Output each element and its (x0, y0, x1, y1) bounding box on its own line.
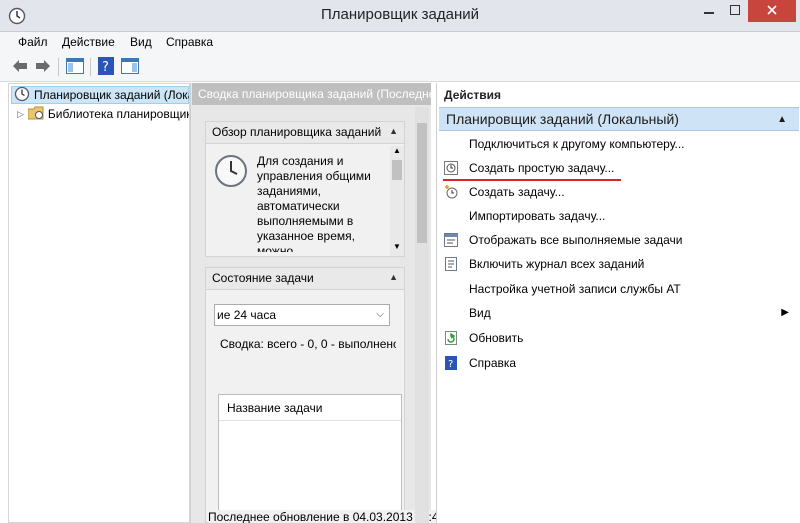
create-task-icon (443, 184, 459, 200)
clock-icon (214, 154, 248, 191)
action-label: Создать задачу... (469, 185, 565, 199)
action-label: Настройка учетной записи службы AT (469, 282, 681, 296)
action-label: Справка (469, 356, 517, 370)
scroll-thumb[interactable] (392, 160, 402, 180)
action-create-task[interactable]: Создать задачу... (443, 182, 565, 202)
actions-header: Действия (444, 88, 502, 102)
forward-arrow-icon (34, 59, 52, 76)
forward-button[interactable] (33, 57, 53, 77)
period-select-value: ие 24 часа (217, 308, 276, 322)
show-hide-action-pane-icon (121, 57, 139, 77)
toolbar-separator (90, 58, 91, 76)
action-label: Вид (469, 306, 491, 320)
help-icon: ? (443, 355, 459, 371)
collapse-chevron-icon[interactable]: ▲ (777, 114, 787, 125)
action-at-service-account[interactable]: Настройка учетной записи службы AT (443, 279, 681, 299)
overview-scrollbar[interactable]: ▲ ▼ (390, 146, 404, 256)
highlight-underline (443, 179, 621, 181)
overview-title: Обзор планировщика заданий (212, 125, 382, 139)
tree-item-scheduler-local[interactable]: Планировщик заданий (Локальный) (11, 86, 189, 104)
collapse-chevron-icon[interactable]: ▲ (389, 126, 398, 136)
refresh-icon (443, 330, 459, 346)
scroll-down-icon[interactable]: ▼ (393, 242, 401, 251)
clock-icon (14, 86, 30, 105)
back-arrow-icon (11, 59, 29, 76)
close-icon (767, 4, 777, 18)
console-tree: Планировщик заданий (Локальный) ▷ Библио… (8, 83, 190, 523)
task-status-panel-header[interactable]: Состояние задачи ▲ (206, 268, 404, 290)
minimize-icon (704, 4, 714, 18)
menu-file[interactable]: Файл (18, 35, 48, 49)
scroll-thumb[interactable] (417, 123, 427, 243)
window-title: Планировщик заданий (321, 6, 479, 23)
action-enable-task-history[interactable]: Включить журнал всех заданий (443, 254, 644, 274)
action-label: Создать простую задачу... (469, 161, 615, 175)
folder-clock-icon (27, 106, 44, 123)
back-button[interactable] (10, 57, 30, 77)
action-help[interactable]: ? Справка (443, 353, 516, 373)
minimize-button[interactable] (696, 0, 722, 22)
period-select[interactable]: ие 24 часа ⌵ (214, 304, 390, 326)
actions-section-title: Планировщик заданий (Локальный) (446, 111, 679, 127)
help-button[interactable]: ? (96, 56, 116, 78)
last-update-text: Последнее обновление в 04.03.2013 11:47 (208, 510, 448, 523)
submenu-arrow-icon: ▶ (781, 307, 789, 318)
expand-chevron-icon[interactable]: ▷ (17, 109, 24, 120)
actions-section-header[interactable]: Планировщик заданий (Локальный) ▲ (439, 107, 799, 131)
summary-pane: Сводка планировщика заданий (Последнее о… (190, 83, 448, 523)
maximize-button[interactable] (722, 0, 748, 22)
tree-item-library[interactable]: ▷ Библиотека планировщика заданий (17, 105, 189, 123)
action-label: Отображать все выполняемые задачи (469, 233, 683, 247)
maximize-icon (730, 4, 740, 18)
menu-view[interactable]: Вид (130, 35, 152, 49)
show-hide-console-tree-button[interactable] (65, 57, 85, 77)
task-status-panel: Состояние задачи ▲ ие 24 часа ⌵ Сводка: … (205, 267, 448, 523)
action-label: Импортировать задачу... (469, 209, 606, 223)
menu-bar: Файл Действие Вид Справка (0, 32, 800, 52)
tree-label: Планировщик заданий (Локальный) (34, 88, 189, 102)
task-table: Название задачи (218, 394, 402, 523)
action-label: Обновить (469, 331, 524, 345)
create-basic-task-icon (443, 160, 459, 176)
menu-help[interactable]: Справка (166, 35, 213, 49)
tree-label: Библиотека планировщика заданий (47, 107, 189, 121)
scroll-up-icon[interactable]: ▲ (393, 146, 401, 155)
overview-panel: Обзор планировщика заданий ▲ Для создани… (205, 121, 405, 257)
collapse-chevron-icon[interactable]: ▲ (389, 272, 398, 282)
action-refresh[interactable]: Обновить (443, 328, 523, 348)
toolbar-separator (58, 58, 59, 76)
summary-header: Сводка планировщика заданий (Последнее о… (192, 83, 431, 105)
help-icon: ? (98, 56, 114, 78)
show-hide-action-pane-button[interactable] (120, 57, 140, 77)
action-label: Подключиться к другому компьютеру... (469, 137, 685, 151)
summary-scrollbar[interactable] (415, 107, 429, 523)
task-summary: Сводка: всего - 0, 0 - выполнено (220, 337, 396, 351)
chevron-down-icon: ⌵ (376, 309, 384, 320)
task-history-icon (443, 256, 459, 272)
action-connect-computer[interactable]: Подключиться к другому компьютеру... (443, 134, 685, 154)
svg-text:?: ? (448, 359, 453, 370)
action-display-running-tasks[interactable]: Отображать все выполняемые задачи (443, 230, 683, 250)
show-hide-console-tree-icon (66, 57, 84, 77)
task-name-column-header[interactable]: Название задачи (219, 395, 401, 421)
close-button[interactable] (748, 0, 796, 22)
toolbar: ? (0, 52, 800, 82)
title-bar: Планировщик заданий (0, 0, 800, 32)
running-tasks-icon (443, 232, 459, 248)
menu-action[interactable]: Действие (62, 35, 115, 49)
action-import-task[interactable]: Импортировать задачу... (443, 206, 605, 226)
overview-text: Для создания и управления общими задания… (257, 154, 371, 252)
overview-panel-header[interactable]: Обзор планировщика заданий ▲ (206, 122, 404, 144)
action-create-basic-task[interactable]: Создать простую задачу... (443, 158, 614, 178)
action-label: Включить журнал всех заданий (469, 257, 645, 271)
svg-text:?: ? (102, 60, 109, 75)
actions-pane: Действия Планировщик заданий (Локальный)… (436, 83, 800, 523)
task-status-title: Состояние задачи (212, 271, 314, 285)
action-view-submenu[interactable]: Вид ▶ (443, 303, 789, 323)
